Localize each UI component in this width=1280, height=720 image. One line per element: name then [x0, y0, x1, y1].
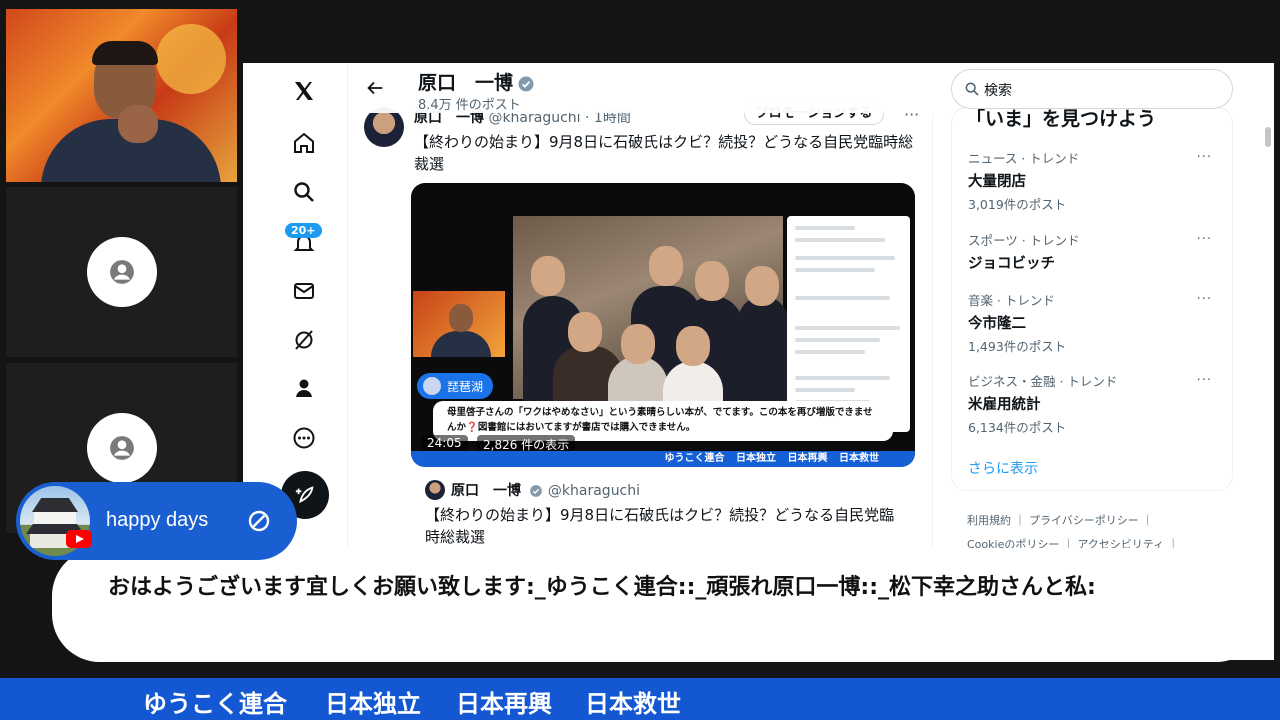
- profile-header: 原口 一博 8.4万 件のポスト: [348, 63, 933, 113]
- blocked-icon: [248, 510, 270, 532]
- grok-icon[interactable]: [290, 326, 318, 354]
- trend-more-icon[interactable]: ···: [1197, 150, 1212, 165]
- x-logo-icon[interactable]: [290, 77, 318, 105]
- trend-more-icon[interactable]: ···: [1197, 232, 1212, 247]
- inset-tweet-screenshot: [787, 216, 910, 432]
- post-count: 8.4万 件のポスト: [418, 98, 521, 113]
- user-avatar-icon: [87, 237, 157, 307]
- trend-more-icon[interactable]: ···: [1197, 292, 1212, 307]
- quoted-author-avatar: [425, 480, 445, 500]
- search-input[interactable]: 検索: [951, 69, 1233, 109]
- profile-icon[interactable]: [290, 374, 318, 402]
- show-more-link[interactable]: さらに表示: [968, 458, 1038, 478]
- ticker-item: ゆうこく連合: [143, 690, 287, 718]
- search-icon: [965, 82, 979, 96]
- user-avatar-icon: [87, 413, 157, 483]
- comment-text: おはようございます宜しくお願い致します:_ゆうこく連合::_頑張れ原口一博::_…: [108, 575, 1096, 600]
- quoted-tweet-header: 原口 一博 @kharaguchi: [451, 483, 641, 499]
- ticker-item: 日本救世: [585, 690, 681, 718]
- home-icon[interactable]: [290, 129, 318, 157]
- back-arrow-icon[interactable]: [364, 77, 386, 99]
- trends-title: 「いま」を見つけよう: [966, 108, 1157, 130]
- trend-item[interactable]: ニュース · トレンド 大量閉店 3,019件のポスト ···: [968, 148, 1218, 213]
- video-inset-camera: [413, 291, 505, 357]
- feather-plus-icon: [295, 486, 314, 504]
- notification-badge: 20+: [285, 223, 322, 238]
- trends-panel: 「いま」を見つけよう ニュース · トレンド 大量閉店 3,019件のポスト ·…: [951, 107, 1233, 491]
- profile-name: 原口 一博: [418, 68, 535, 95]
- participant-tile-1: [6, 187, 237, 357]
- verified-badge-icon: [518, 76, 534, 91]
- group-photo: [513, 216, 788, 406]
- trend-item[interactable]: スポーツ · トレンド ジョコビッチ ···: [968, 230, 1218, 273]
- verified-badge-icon: [530, 485, 543, 497]
- trend-item[interactable]: ビジネス・金融 · トレンド 米雇用統計 6,134件のポスト ···: [968, 371, 1218, 436]
- author-avatar[interactable]: [364, 107, 404, 147]
- video-user-chip: 琵琶湖: [417, 373, 494, 399]
- video-player[interactable]: 琵琶湖 母里啓子さんの「ワクはやめなさい」という素晴らしい本が、でてます。この本…: [411, 183, 915, 467]
- search-icon[interactable]: [290, 178, 318, 206]
- ticker-item: 日本独立: [325, 690, 421, 718]
- youtube-icon: [66, 530, 92, 548]
- stream-stage: 20+ 原口 一博 8.4万 件のポスト 原口 一博 @kharaguchi ·…: [0, 0, 1280, 720]
- quoted-tweet-text: 【終わりの始まり】9月8日に石破氏はクビ？続投？どうなる自民党臨時総裁選: [425, 506, 895, 546]
- ticker-item: 日本再興: [456, 690, 552, 718]
- scrollbar[interactable]: [1265, 127, 1271, 147]
- trend-more-icon[interactable]: ···: [1197, 373, 1212, 388]
- commenter-name: happy days: [106, 509, 209, 531]
- tweet-text: 【終わりの始まり】9月8日に石破氏はクビ？続投？どうなる自民党臨時総裁選: [414, 133, 914, 173]
- more-circle-icon[interactable]: [290, 424, 318, 452]
- comment-banner: おはようございます宜しくお願い致します:_ゆうこく連合::_頑張れ原口一博::_…: [52, 548, 1264, 662]
- presenter-camera: [6, 9, 237, 182]
- commenter-chip: happy days: [16, 482, 297, 560]
- video-banner: ゆうこく連合 日本独立 日本再興 日本救世: [411, 451, 915, 467]
- video-duration: 24:05: [421, 435, 468, 451]
- trend-item[interactable]: 音楽 · トレンド 今市隆二 1,493件のポスト ···: [968, 290, 1218, 355]
- mail-icon[interactable]: [290, 277, 318, 305]
- bottom-ticker: ゆうこく連合 日本独立 日本再興 日本救世: [0, 678, 1280, 720]
